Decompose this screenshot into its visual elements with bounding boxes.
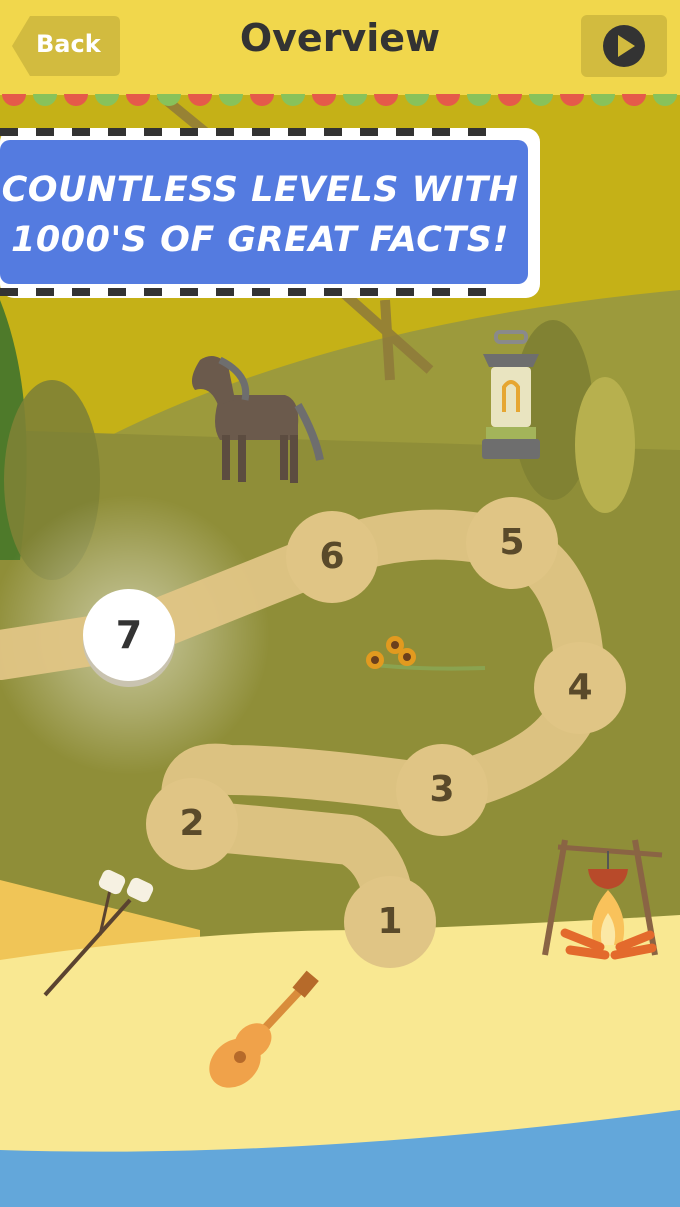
level-node-3[interactable]: 3 bbox=[396, 744, 488, 836]
level-node-7-current[interactable]: 7 bbox=[83, 589, 175, 681]
promo-banner-line-2: 1000'S OF GREAT FACTS! bbox=[11, 220, 509, 260]
level-node-1[interactable]: 1 bbox=[344, 876, 436, 968]
level-node-5[interactable]: 5 bbox=[466, 497, 558, 589]
promo-banner-line-1: COUNTLESS LEVELS WITH bbox=[1, 170, 519, 210]
promo-banner-text: COUNTLESS LEVELS WITH 1000'S OF GREAT FA… bbox=[0, 165, 520, 265]
level-node-6[interactable]: 6 bbox=[286, 511, 378, 603]
page-title: Overview bbox=[239, 16, 441, 60]
play-button[interactable] bbox=[581, 15, 667, 77]
header-scallop bbox=[0, 90, 680, 106]
level-node-2[interactable]: 2 bbox=[146, 778, 238, 870]
play-icon bbox=[603, 25, 645, 67]
level-node-4[interactable]: 4 bbox=[534, 642, 626, 734]
